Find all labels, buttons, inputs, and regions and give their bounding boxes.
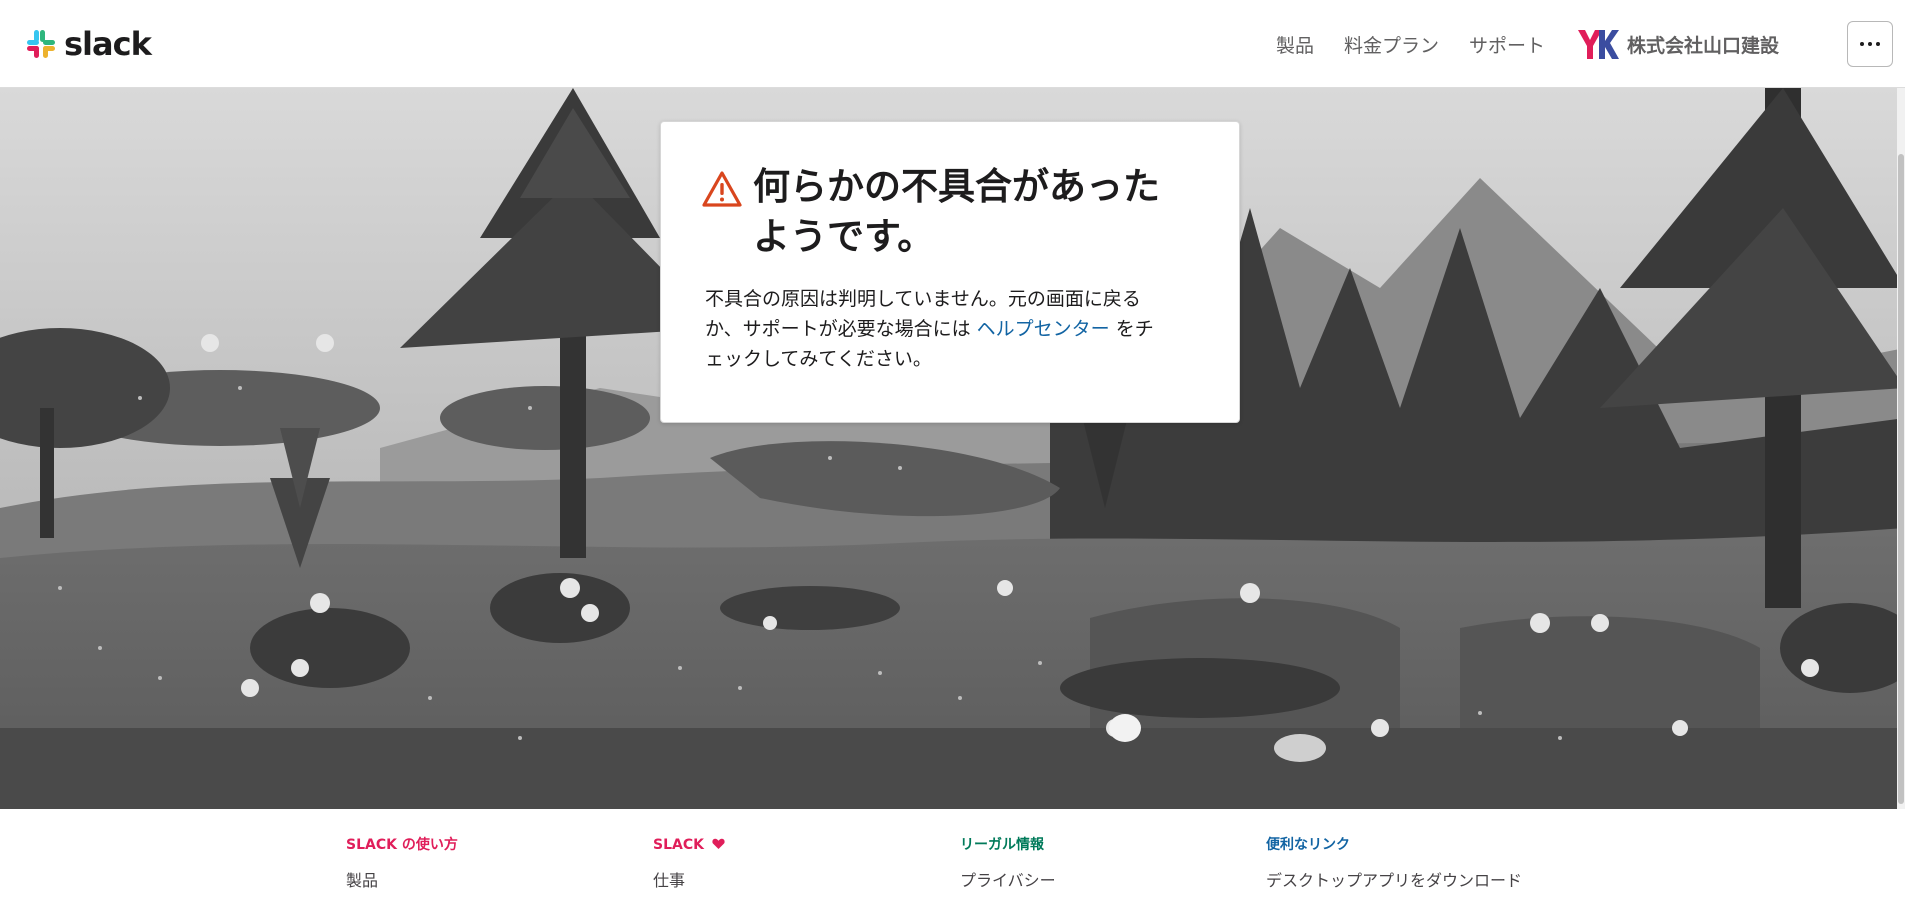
footer-link-download-desktop-app[interactable]: デスクトップアプリをダウンロード (1266, 867, 1522, 891)
error-heading: 何らかの不具合があった ようです。 (701, 162, 1199, 262)
nav-support[interactable]: サポート (1469, 31, 1545, 58)
footer-heading-slack: SLACK (653, 836, 725, 854)
workspace-logo-icon (1577, 30, 1619, 59)
ellipsis-icon (1860, 42, 1880, 46)
page-scrollbar[interactable] (1897, 88, 1905, 809)
footer-column-useful-links: 便利なリンク デスクトップアプリをダウンロード (1266, 836, 1522, 891)
top-header: slack 製品 料金プラン サポート 株式会社山口建設 (0, 0, 1905, 88)
footer-heading-useful-links: 便利なリンク (1266, 837, 1350, 853)
footer-column-how-to-use: SLACK の使い方 製品 (346, 836, 458, 891)
footer-link-privacy[interactable]: プライバシー (960, 867, 1056, 891)
footer-link-work[interactable]: 仕事 (653, 867, 725, 891)
error-message: 不具合の原因は判明していません。元の画面に戻る か、サポートが必要な場合には ヘ… (705, 284, 1199, 374)
footer-heading-slack-text: SLACK (653, 837, 704, 853)
slack-logo[interactable]: slack (24, 24, 152, 64)
help-center-link[interactable]: ヘルプセンター (977, 318, 1110, 340)
workspace-switcher[interactable]: 株式会社山口建設 (1577, 27, 1779, 61)
error-title-line-1: 何らかの不具合があった (753, 165, 1160, 208)
nav-pricing[interactable]: 料金プラン (1344, 31, 1439, 58)
error-message-line-3: ェックしてみてください。 (705, 348, 932, 370)
workspace-name: 株式会社山口建設 (1626, 34, 1779, 57)
error-title-line-2: ようです。 (753, 215, 935, 258)
footer-column-slack-love: SLACK 仕事 (653, 836, 725, 891)
error-card: 何らかの不具合があった ようです。 不具合の原因は判明していません。元の画面に戻… (660, 121, 1240, 423)
heart-icon (712, 838, 725, 849)
slack-logo-icon (27, 30, 55, 58)
footer-link-products[interactable]: 製品 (346, 867, 458, 891)
top-nav: 製品 料金プラン サポート 株式会社山口建設 (1246, 28, 1779, 60)
error-message-line-2: か、サポートが必要な場合には (705, 318, 977, 340)
warning-icon (702, 171, 742, 207)
error-message-line-2-suffix: をチ (1109, 318, 1154, 340)
workspace-avatar (1577, 27, 1619, 61)
footer-heading-legal: リーガル情報 (960, 837, 1044, 853)
nav-products[interactable]: 製品 (1276, 31, 1314, 58)
footer-heading-how-to-use: SLACK の使い方 (346, 837, 458, 853)
more-menu-button[interactable] (1847, 21, 1893, 67)
footer: SLACK の使い方 製品 SLACK 仕事 リーガル情報 プライバシー 便利な… (0, 809, 1905, 903)
scrollbar-thumb[interactable] (1898, 154, 1904, 804)
logo-wordmark: slack (64, 25, 152, 63)
error-message-line-1: 不具合の原因は判明していません。元の画面に戻る (705, 288, 1141, 310)
error-title: 何らかの不具合があった ようです。 (753, 162, 1160, 262)
footer-column-legal: リーガル情報 プライバシー (960, 836, 1056, 891)
